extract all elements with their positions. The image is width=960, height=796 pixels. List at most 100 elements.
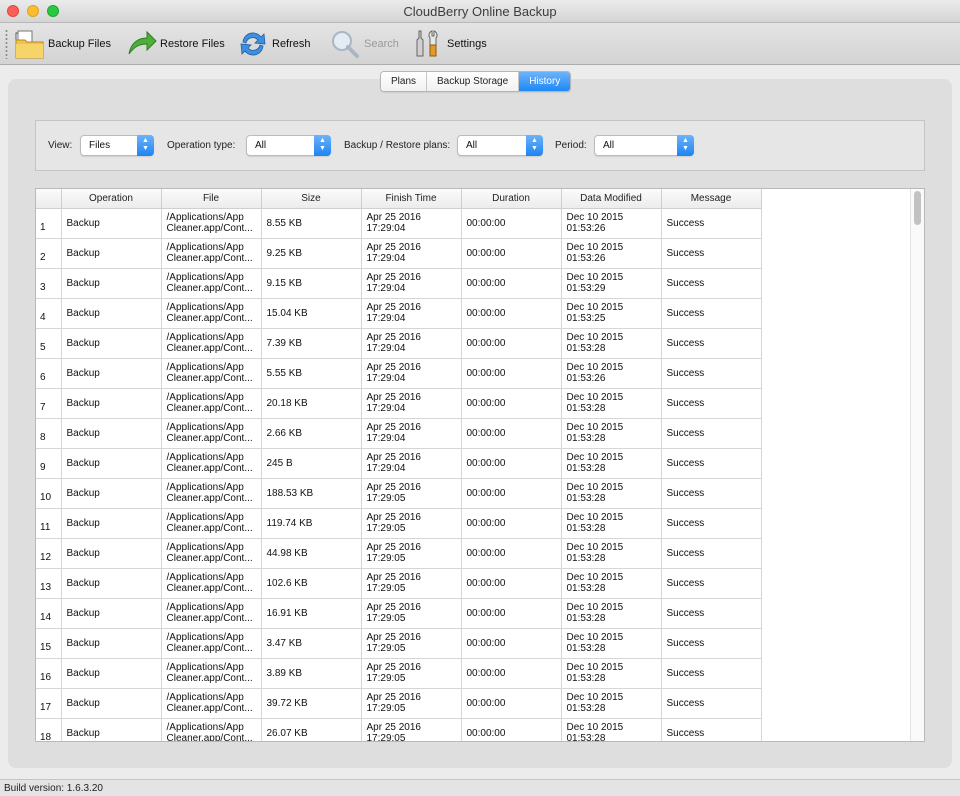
finish-date: Apr 25 2016 xyxy=(366,392,422,403)
operation-cell: Backup xyxy=(61,268,162,299)
restore-files-button[interactable]: Restore Files xyxy=(125,27,225,61)
file-cell: /Applications/App Cleaner.app/Cont... xyxy=(161,508,262,539)
table-row[interactable]: 3 Backup/Applications/App Cleaner.app/Cont… xyxy=(36,268,762,299)
view-select[interactable]: Files ▲ ▼ xyxy=(80,135,154,156)
file-cell-line1: /Applications/App xyxy=(166,392,244,403)
size-header[interactable]: Size xyxy=(261,189,362,209)
plans-select[interactable]: All ▲ ▼ xyxy=(457,135,543,156)
table-row[interactable]: 11 Backup/Applications/App Cleaner.app/Con… xyxy=(36,508,762,539)
duration-cell: 00:00:00 xyxy=(461,508,562,539)
size-cell: 2.66 KB xyxy=(261,418,362,449)
message-cell: Success xyxy=(661,328,762,359)
message-cell: Success xyxy=(661,658,762,689)
select-arrows-icon: ▲ ▼ xyxy=(526,135,543,156)
duration-cell: 00:00:00 xyxy=(461,388,562,419)
modified-clock: 01:53:28 xyxy=(566,613,606,624)
finish-date: Apr 25 2016 xyxy=(366,272,422,283)
table-row[interactable]: 1 Backup/Applications/App Cleaner.app/Cont… xyxy=(36,208,762,239)
message-cell: Success xyxy=(661,418,762,449)
size-cell: 9.15 KB xyxy=(261,268,362,299)
file-cell-line1: /Applications/App xyxy=(166,722,244,733)
finish-clock: 17:29:04 xyxy=(366,313,406,324)
table-row[interactable]: 6 Backup/Applications/App Cleaner.app/Cont… xyxy=(36,358,762,389)
finish-time-cell: Apr 25 2016 17:29:05 xyxy=(361,688,462,719)
search-button[interactable]: Search xyxy=(329,27,399,61)
modified-date: Dec 10 2015 xyxy=(566,452,624,463)
vertical-scrollbar[interactable] xyxy=(910,189,924,741)
data-modified-cell: Dec 10 2015 01:53:28 xyxy=(561,658,662,689)
refresh-button[interactable]: Refresh xyxy=(237,27,311,61)
modified-date: Dec 10 2015 xyxy=(566,512,624,523)
operation-header[interactable]: Operation xyxy=(61,189,162,209)
row-number: 13 xyxy=(36,568,62,599)
finish-date: Apr 25 2016 xyxy=(366,332,422,343)
finish-date: Apr 25 2016 xyxy=(366,212,422,223)
message-cell: Success xyxy=(661,238,762,269)
operation-cell: Backup xyxy=(61,598,162,629)
file-cell: /Applications/App Cleaner.app/Cont... xyxy=(161,268,262,299)
modified-clock: 01:53:28 xyxy=(566,643,606,654)
title-bar: CloudBerry Online Backup xyxy=(0,0,960,23)
table-row[interactable]: 7 Backup/Applications/App Cleaner.app/Cont… xyxy=(36,388,762,419)
scroll-thumb[interactable] xyxy=(914,191,921,225)
restore-arrow-icon xyxy=(128,30,157,55)
file-cell: /Applications/App Cleaner.app/Cont... xyxy=(161,718,262,742)
file-cell-line2: Cleaner.app/Cont... xyxy=(166,253,253,264)
modified-date: Dec 10 2015 xyxy=(566,302,624,313)
finish-time-header[interactable]: Finish Time xyxy=(361,189,462,209)
file-cell-line1: /Applications/App xyxy=(166,542,244,553)
size-cell: 44.98 KB xyxy=(261,538,362,569)
operation-cell: Backup xyxy=(61,568,162,599)
toolbar-grip[interactable] xyxy=(5,29,8,59)
data-modified-header[interactable]: Data Modified xyxy=(561,189,662,209)
table-row[interactable]: 10 Backup/Applications/App Cleaner.app/Con… xyxy=(36,478,762,509)
table-row[interactable]: 14 Backup/Applications/App Cleaner.app/Con… xyxy=(36,598,762,629)
message-cell: Success xyxy=(661,358,762,389)
message-cell: Success xyxy=(661,478,762,509)
settings-button[interactable]: Settings xyxy=(412,27,487,61)
modified-clock: 01:53:28 xyxy=(566,703,606,714)
tab-plans[interactable]: Plans xyxy=(381,72,428,91)
table-row[interactable]: 15 Backup/Applications/App Cleaner.app/Con… xyxy=(36,628,762,659)
duration-cell: 00:00:00 xyxy=(461,418,562,449)
table-row[interactable]: 4 Backup/Applications/App Cleaner.app/Cont… xyxy=(36,298,762,329)
file-cell: /Applications/App Cleaner.app/Cont... xyxy=(161,598,262,629)
finish-clock: 17:29:04 xyxy=(366,253,406,264)
table-row[interactable]: 13 Backup/Applications/App Cleaner.app/Con… xyxy=(36,568,762,599)
data-modified-cell: Dec 10 2015 01:53:28 xyxy=(561,688,662,719)
table-row[interactable]: 16 Backup/Applications/App Cleaner.app/Con… xyxy=(36,658,762,689)
finish-clock: 17:29:04 xyxy=(366,283,406,294)
tab-backup-storage[interactable]: Backup Storage xyxy=(427,72,520,91)
table-row[interactable]: 8 Backup/Applications/App Cleaner.app/Cont… xyxy=(36,418,762,449)
file-cell-line1: /Applications/App xyxy=(166,272,244,283)
finish-time-cell: Apr 25 2016 17:29:04 xyxy=(361,298,462,329)
modified-clock: 01:53:28 xyxy=(566,403,606,414)
operation-type-select[interactable]: All ▲ ▼ xyxy=(246,135,331,156)
file-cell-line2: Cleaner.app/Cont... xyxy=(166,733,253,742)
tools-icon xyxy=(416,30,438,57)
size-cell: 9.25 KB xyxy=(261,238,362,269)
backup-files-button[interactable]: Backup Files xyxy=(13,27,111,61)
file-cell-line1: /Applications/App xyxy=(166,212,244,223)
table-row[interactable]: 18 Backup/Applications/App Cleaner.app/Con… xyxy=(36,718,762,742)
finish-time-cell: Apr 25 2016 17:29:05 xyxy=(361,628,462,659)
period-select[interactable]: All ▲ ▼ xyxy=(594,135,694,156)
file-cell-line1: /Applications/App xyxy=(166,572,244,583)
table-row[interactable]: 17 Backup/Applications/App Cleaner.app/Con… xyxy=(36,688,762,719)
file-cell-line1: /Applications/App xyxy=(166,602,244,613)
finish-clock: 17:29:04 xyxy=(366,373,406,384)
tab-history[interactable]: History xyxy=(519,72,571,91)
row-number: 17 xyxy=(36,688,62,719)
modified-clock: 01:53:25 xyxy=(566,313,606,324)
table-row[interactable]: 12 Backup/Applications/App Cleaner.app/Con… xyxy=(36,538,762,569)
data-modified-cell: Dec 10 2015 01:53:26 xyxy=(561,208,662,239)
table-row[interactable]: 5 Backup/Applications/App Cleaner.app/Cont… xyxy=(36,328,762,359)
period-label: Period: xyxy=(555,140,587,151)
message-header[interactable]: Message xyxy=(661,189,762,209)
finish-date: Apr 25 2016 xyxy=(366,422,422,433)
message-cell: Success xyxy=(661,298,762,329)
table-row[interactable]: 2 Backup/Applications/App Cleaner.app/Cont… xyxy=(36,238,762,269)
file-header[interactable]: File xyxy=(161,189,262,209)
table-row[interactable]: 9 Backup/Applications/App Cleaner.app/Cont… xyxy=(36,448,762,479)
duration-header[interactable]: Duration xyxy=(461,189,562,209)
